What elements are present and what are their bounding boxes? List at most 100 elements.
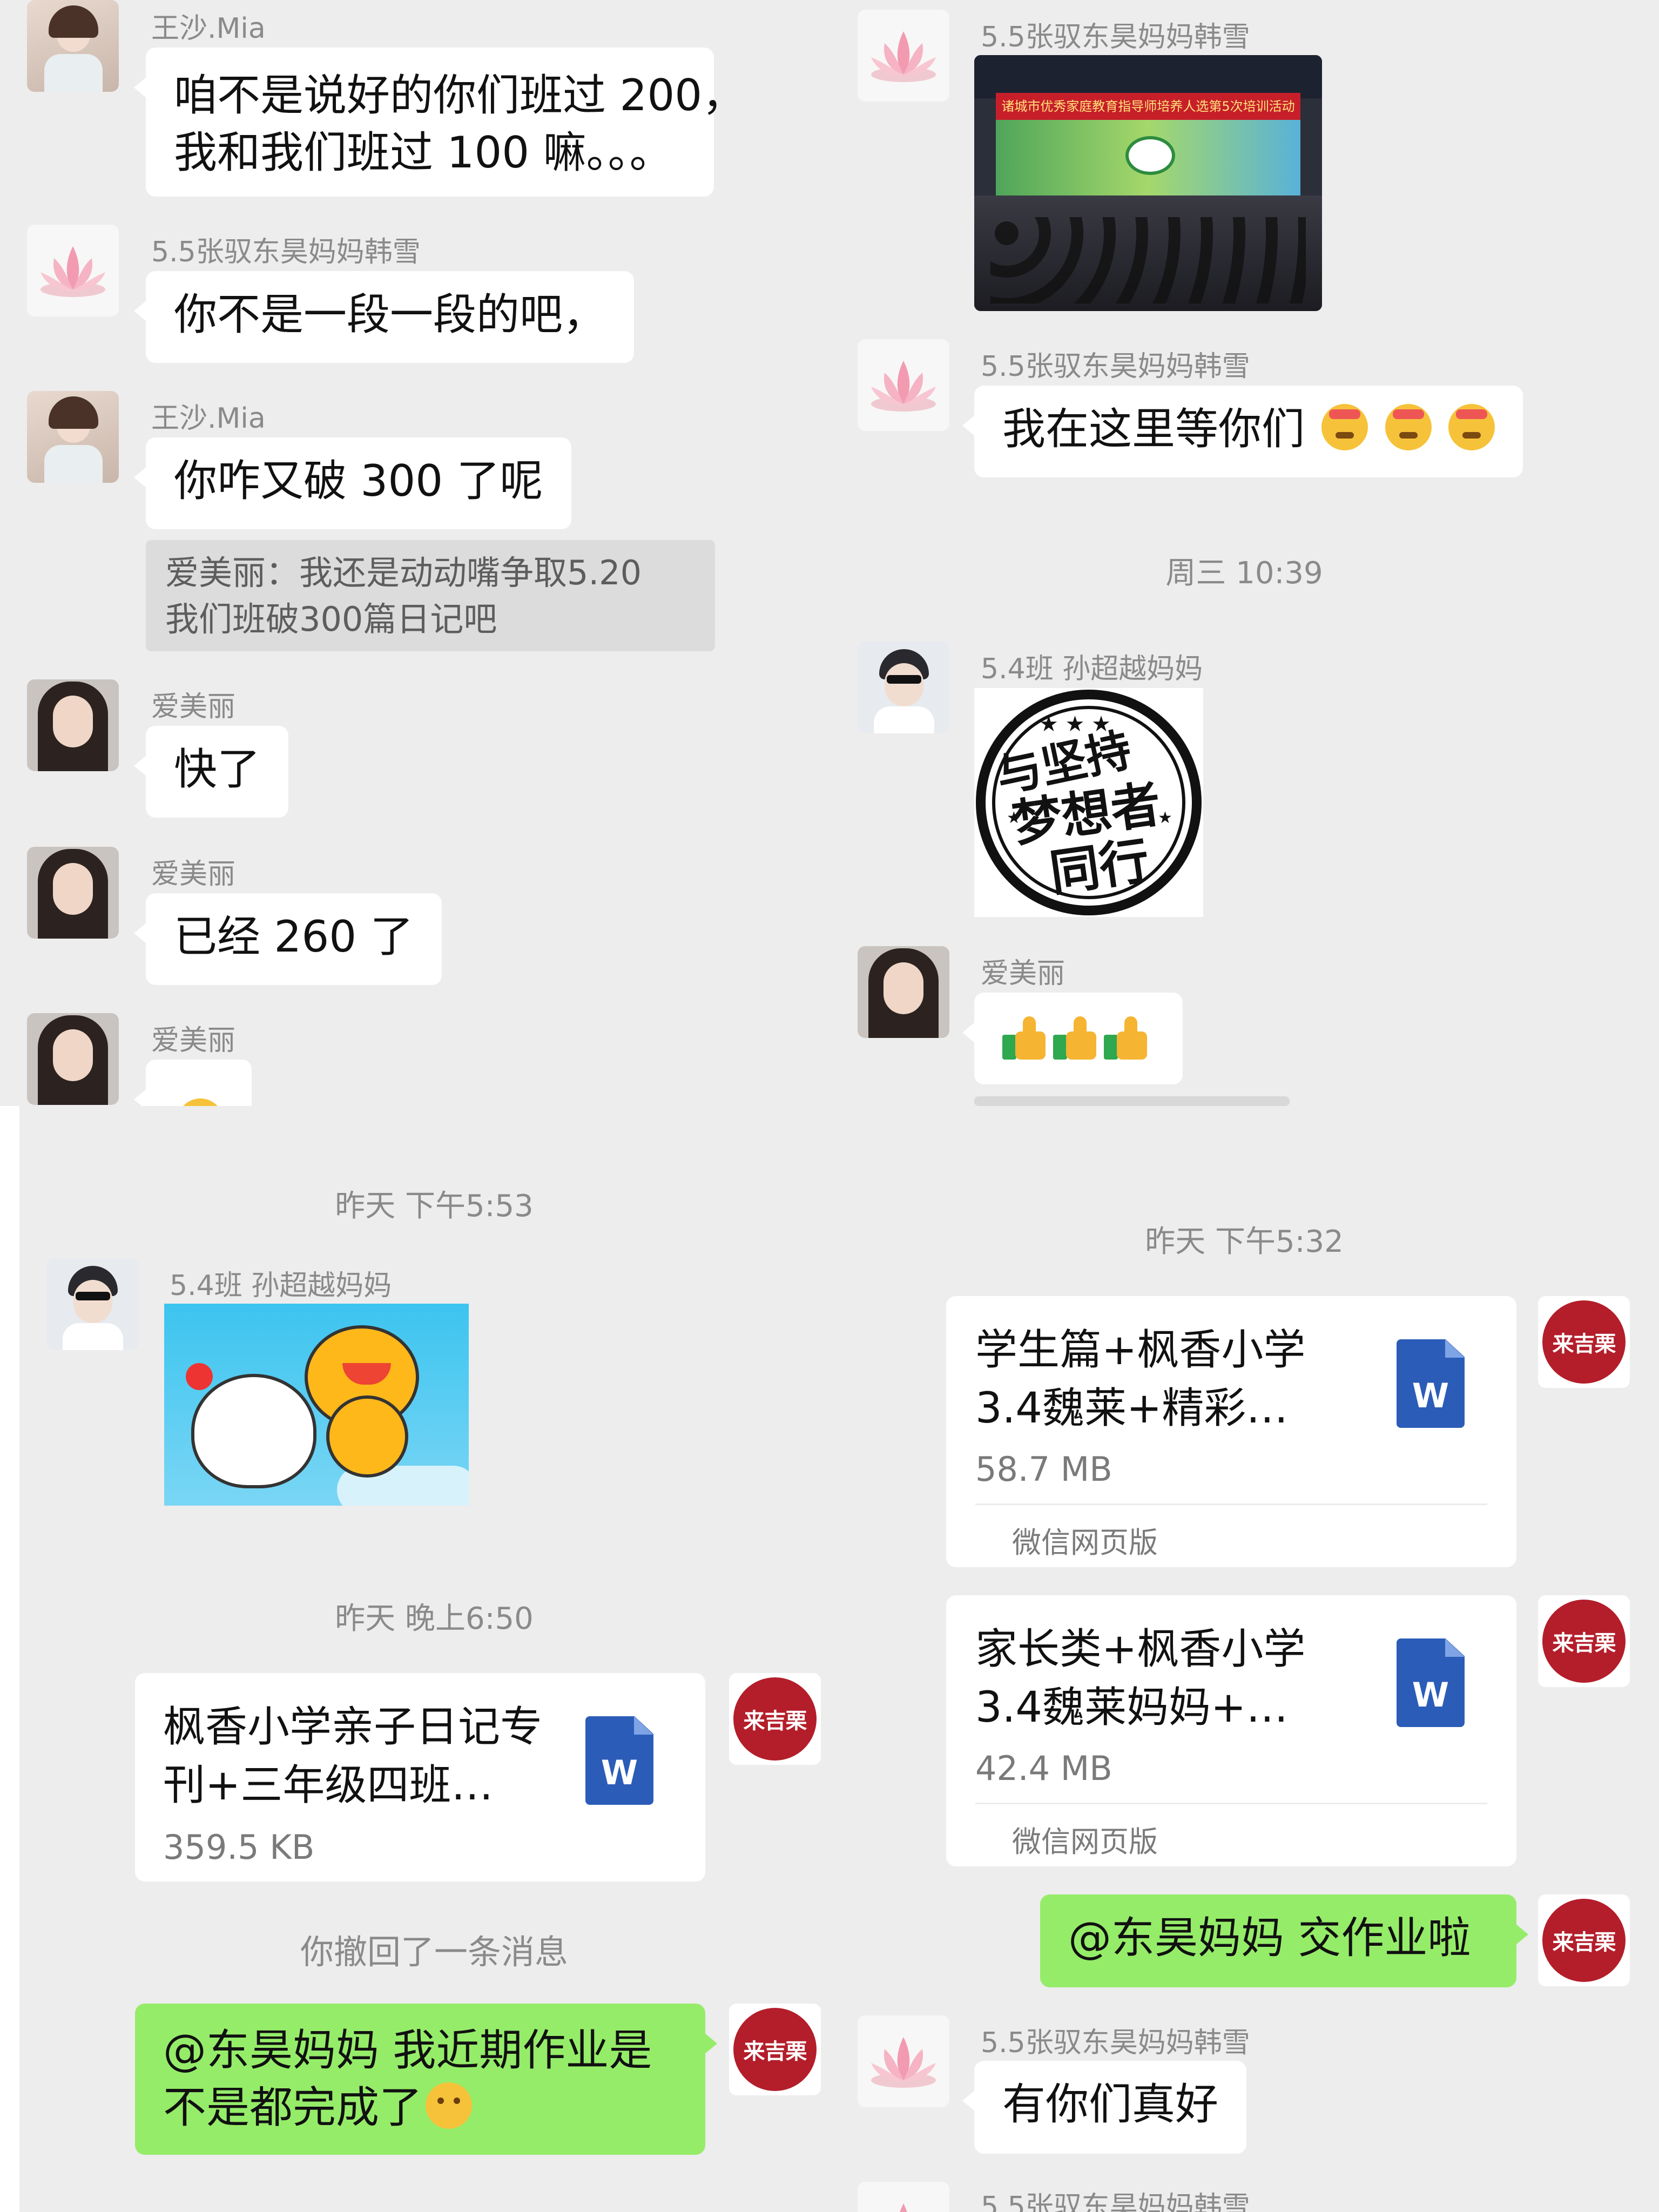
- thumbs-up-icon: [1104, 1016, 1149, 1060]
- logo-text: 来吉栗: [743, 2039, 807, 2064]
- sender-name: 5.5张驭东昊妈妈韩雪: [981, 21, 1250, 53]
- sticker-cartoon[interactable]: [164, 1304, 469, 1506]
- avatar-aimeili[interactable]: [858, 946, 949, 1038]
- file-message[interactable]: 家长类+枫香小学 3.4魏莱妈妈+… 42.4 MB W 微信网页版: [946, 1595, 1516, 1866]
- avatar-laijili[interactable]: 来吉栗: [1538, 1595, 1630, 1687]
- message-text: 我和我们班过 100 嘛。。。: [174, 127, 673, 178]
- avatar-sunchaoyue[interactable]: [46, 1258, 138, 1350]
- message-text: 你不是一段一段的吧，: [174, 289, 606, 340]
- thumbs-up-icon: [1053, 1016, 1098, 1060]
- sender-name: 5.4班 孙超越妈妈: [981, 653, 1203, 685]
- message-bubble[interactable]: [134, 1060, 252, 1106]
- chat-panel-bottom-right: 昨天 下午5:32 学生篇+枫香小学 3.4魏莱+精彩… 58.7 MB W 微…: [830, 1106, 1659, 2212]
- sender-name: 5.5张驭东昊妈妈韩雪: [981, 2191, 1250, 2212]
- file-title: 刊+三年级四班…: [163, 1761, 494, 1810]
- avatar-lotus[interactable]: [858, 10, 949, 102]
- message-text: 已经 260 了: [174, 912, 414, 962]
- sender-name: 爱美丽: [981, 957, 1065, 990]
- quoted-message-clipped: [974, 1096, 1290, 1106]
- message-text: @东昊妈妈 我近期作业是: [163, 2025, 652, 2075]
- thumbs-up-icon: [1002, 1016, 1048, 1060]
- message-bubble-self[interactable]: @东昊妈妈 我近期作业是 不是都完成了: [135, 2004, 717, 2155]
- avatar-lotus[interactable]: [27, 225, 119, 316]
- thinking-emoji-icon: [426, 2082, 472, 2129]
- stamp-text: 同行: [1046, 831, 1153, 903]
- message-bubble[interactable]: 已经 260 了: [134, 893, 442, 985]
- word-doc-icon: W: [1397, 1339, 1465, 1428]
- sender-name: 王沙.Mia: [151, 12, 266, 45]
- word-doc-icon: W: [1397, 1638, 1465, 1727]
- panel-gap: [0, 1106, 19, 2212]
- quote-text: 我们班破300篇日记吧: [165, 599, 497, 639]
- avatar-lotus[interactable]: [858, 2182, 949, 2212]
- message-text: 你咋又破 300 了呢: [174, 456, 543, 506]
- message-bubble[interactable]: 咱不是说好的你们班过 200， 我和我们班过 100 嘛。。。: [134, 48, 746, 197]
- timestamp: 周三 10:39: [1165, 556, 1323, 591]
- avatar-laijili[interactable]: 来吉栗: [1538, 1894, 1630, 1986]
- message-text: @东昊妈妈 交作业啦: [1068, 1913, 1471, 1963]
- avatar-laijili[interactable]: 来吉栗: [729, 2004, 821, 2095]
- recall-notice: 你撤回了一条消息: [300, 1932, 568, 1972]
- logo-text: 来吉栗: [1552, 1332, 1616, 1357]
- logo-text: 来吉栗: [1552, 1631, 1616, 1656]
- chat-panel-bottom-left: 昨天 下午5:53 5.4班 孙超越妈妈 昨天 晚上6:50 枫香小学亲子日记专…: [19, 1106, 830, 2212]
- sticker-stamp[interactable]: ★ ★ ★ ★ ★ 与坚持 梦想者 同行: [974, 688, 1203, 917]
- sender-name: 爱美丽: [151, 691, 236, 723]
- logo-text: 来吉栗: [743, 1709, 807, 1734]
- message-bubble[interactable]: 快了: [134, 726, 288, 818]
- sender-name: 5.5张驭东昊妈妈韩雪: [981, 2027, 1250, 2059]
- sender-name: 5.5张驭东昊妈妈韩雪: [981, 350, 1250, 383]
- avatar-laijili[interactable]: 来吉栗: [729, 1673, 821, 1765]
- avatar-wangsha[interactable]: [27, 391, 119, 483]
- message-text: 有你们真好: [1002, 2079, 1218, 2129]
- word-doc-icon: W: [585, 1716, 653, 1805]
- file-source: 微信网页版: [1012, 1825, 1158, 1859]
- sender-name: 5.5张驭东昊妈妈韩雪: [151, 236, 421, 268]
- message-text: 不是都完成了: [163, 2082, 422, 2133]
- file-source: 微信网页版: [1012, 1526, 1158, 1560]
- avatar-wangsha[interactable]: [27, 0, 119, 92]
- file-size: 42.4 MB: [975, 1749, 1112, 1788]
- file-title: 3.4魏莱妈妈+…: [975, 1683, 1289, 1732]
- message-text: 咱不是说好的你们班过 200，: [174, 70, 746, 120]
- file-message[interactable]: 学生篇+枫香小学 3.4魏莱+精彩… 58.7 MB W 微信网页版: [946, 1296, 1516, 1567]
- sender-name: 王沙.Mia: [151, 402, 266, 435]
- sender-name: 爱美丽: [151, 1024, 236, 1057]
- avatar-sunchaoyue[interactable]: [858, 642, 949, 733]
- file-title: 家长类+枫香小学: [975, 1625, 1306, 1674]
- message-bubble[interactable]: 我在这里等你们: [962, 386, 1523, 477]
- angry-emoji-icon: [1385, 404, 1432, 450]
- file-size: 58.7 MB: [975, 1449, 1112, 1489]
- file-title: 学生篇+枫香小学: [975, 1326, 1306, 1374]
- message-bubble-self[interactable]: @东昊妈妈 交作业啦: [1040, 1894, 1528, 1987]
- message-text: 我在这里等你们: [1002, 404, 1305, 454]
- file-title: 枫香小学亲子日记专: [163, 1703, 543, 1751]
- photo-training-event[interactable]: 诸城市优秀家庭教育指导师培养人选第5次培训活动: [974, 55, 1322, 311]
- chat-panel-top-left: 王沙.Mia 咱不是说好的你们班过 200， 我和我们班过 100 嘛。。。 5…: [0, 0, 830, 1106]
- quote-text: 爱美丽：我还是动动嘴争取5.20: [165, 553, 642, 592]
- timestamp: 昨天 下午5:32: [1145, 1224, 1344, 1259]
- message-bubble[interactable]: [962, 993, 1183, 1084]
- sender-name: 5.4班 孙超越妈妈: [170, 1270, 392, 1302]
- file-title: 3.4魏莱+精彩…: [975, 1384, 1289, 1433]
- avatar-aimeili[interactable]: [27, 679, 119, 771]
- message-bubble[interactable]: 你咋又破 300 了呢: [134, 437, 571, 529]
- file-size: 359.5 KB: [163, 1827, 315, 1867]
- timestamp: 昨天 下午5:53: [335, 1189, 534, 1224]
- message-bubble[interactable]: 你不是一段一段的吧，: [134, 271, 634, 363]
- angry-emoji-icon: [1448, 404, 1495, 450]
- smile-emoji-icon: [177, 1098, 224, 1106]
- quoted-message[interactable]: 爱美丽：我还是动动嘴争取5.20 我们班破300篇日记吧: [146, 540, 715, 651]
- angry-emoji-icon: [1321, 404, 1368, 450]
- logo-text: 来吉栗: [1552, 1930, 1616, 1955]
- message-bubble[interactable]: 有你们真好: [962, 2061, 1246, 2154]
- sender-name: 爱美丽: [151, 858, 236, 891]
- avatar-lotus[interactable]: [858, 339, 949, 431]
- avatar-aimeili[interactable]: [27, 1013, 119, 1105]
- avatar-laijili[interactable]: 来吉栗: [1538, 1296, 1630, 1388]
- chat-panel-top-right: 5.5张驭东昊妈妈韩雪 诸城市优秀家庭教育指导师培养人选第5次培训活动 5.5张…: [830, 0, 1659, 1106]
- file-message[interactable]: 枫香小学亲子日记专 刊+三年级四班… 359.5 KB W: [135, 1673, 705, 1881]
- avatar-aimeili[interactable]: [27, 847, 119, 939]
- avatar-lotus[interactable]: [858, 2015, 949, 2107]
- timestamp: 昨天 晚上6:50: [335, 1601, 534, 1636]
